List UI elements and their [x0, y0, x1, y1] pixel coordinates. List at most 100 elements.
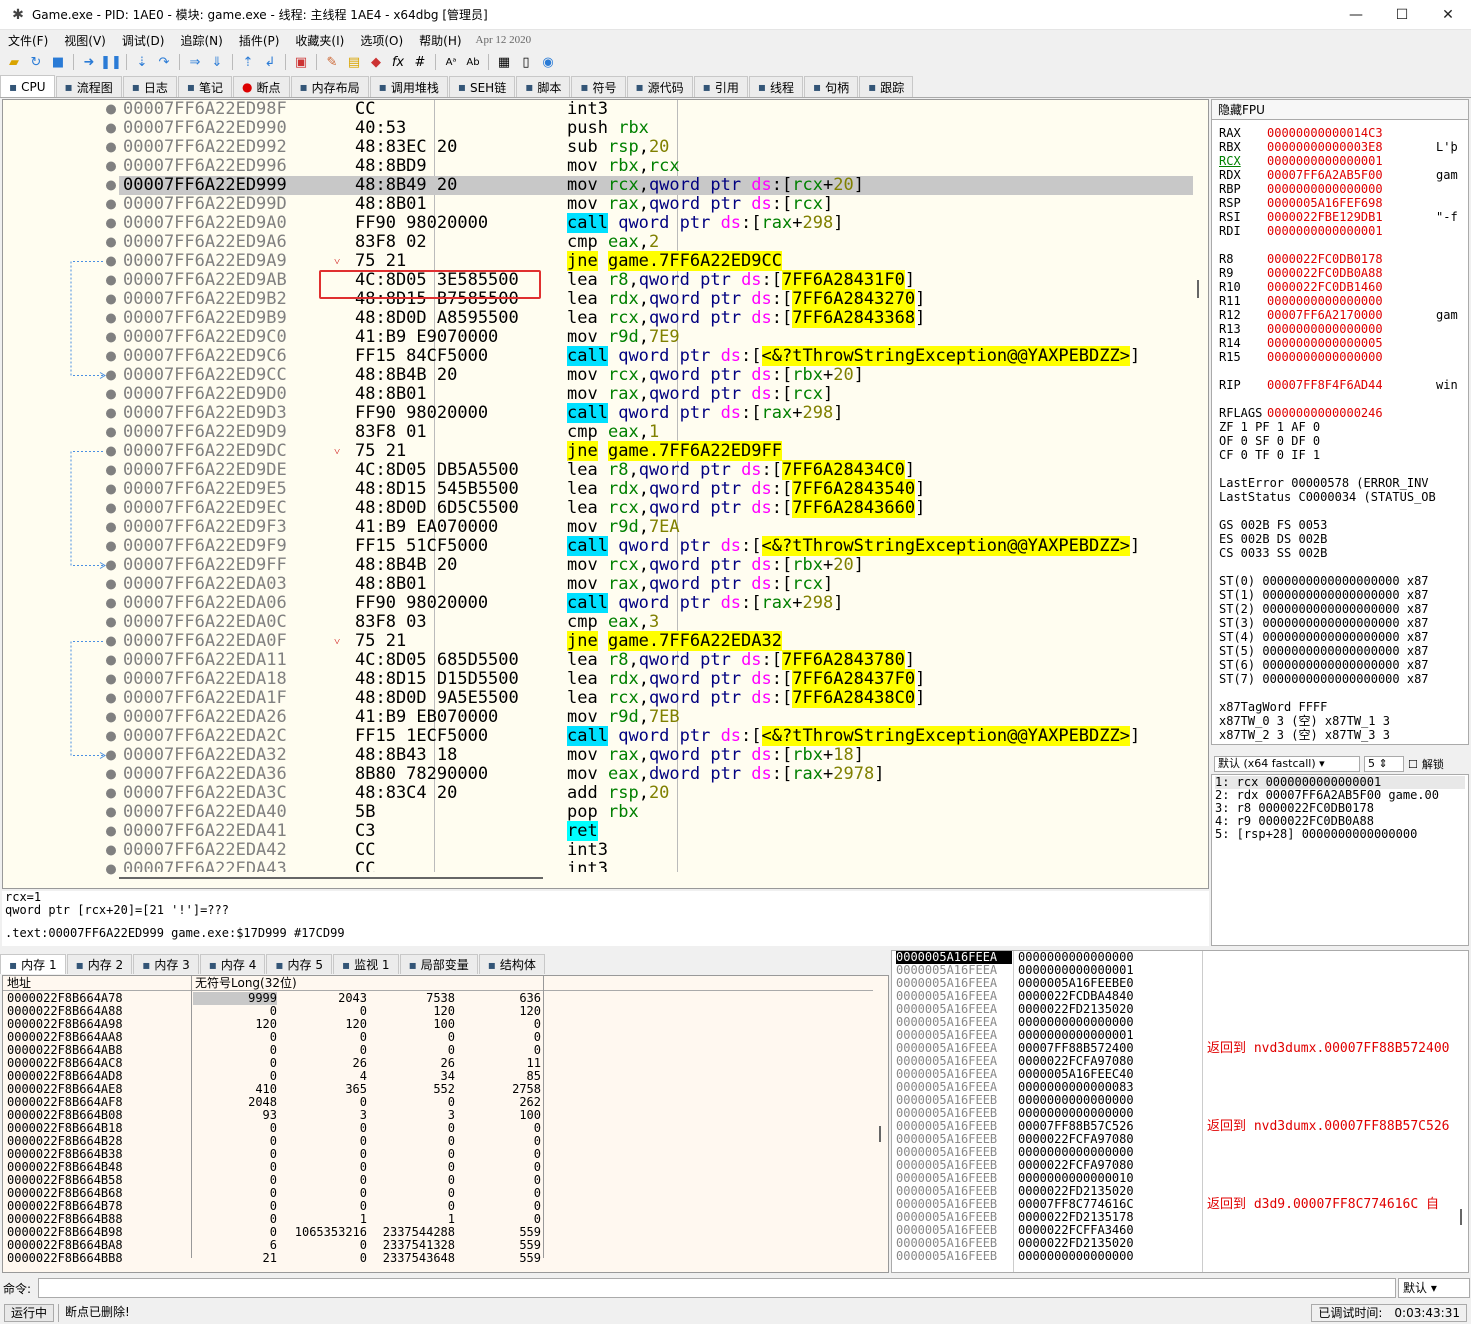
dump-value[interactable]: 0	[193, 1161, 277, 1174]
stack-row[interactable]: 0000005A16FEEB 0000022FCFA97080	[892, 1133, 1468, 1146]
breakpoint-dot[interactable]	[106, 484, 116, 495]
dump-value[interactable]: 0	[193, 1057, 277, 1070]
fpu-row[interactable]: ST(5) 0000000000000000000 x87	[1212, 644, 1468, 658]
tab-监视1[interactable]: ▪ 监视 1	[332, 954, 399, 974]
dump-address[interactable]: 0000022F8B664BB8	[7, 1252, 187, 1265]
breakpoint-dot[interactable]	[106, 332, 116, 343]
patch-icon[interactable]: ✎	[322, 52, 342, 72]
dump-value[interactable]: 0	[455, 1018, 541, 1031]
dump-value[interactable]: 0	[193, 1135, 277, 1148]
dump-value[interactable]: 365	[277, 1083, 367, 1096]
register-row[interactable]: R9 0000022FC0DB0A88	[1212, 266, 1468, 280]
stack-row[interactable]: 0000005A16FEEA 0000005A16FEEC40	[892, 1068, 1468, 1081]
disassembly-view[interactable]: 00007FF6A22ED98F CC int3 00007FF6A22ED990 40…	[119, 100, 1193, 872]
stack-view[interactable]: 0000005A16FEEA 0000000000000000 0000005A16…	[891, 950, 1469, 1273]
globe-icon[interactable]: ◉	[538, 52, 558, 72]
stack-row[interactable]: 0000005A16FEEA 0000022FCFA97080	[892, 1055, 1468, 1068]
stack-row[interactable]: 0000005A16FEEB 0000000000000000	[892, 1094, 1468, 1107]
calculator-icon[interactable]: ▦	[494, 52, 514, 72]
disasm-row[interactable]: 00007FF6A22ED992 48:83EC 20 sub rsp,20	[119, 138, 1193, 157]
breakpoint-dot[interactable]	[106, 769, 116, 780]
menu-item[interactable]: 视图(V)	[56, 32, 114, 49]
step-into-icon[interactable]: ⇣	[132, 52, 152, 72]
dump-value[interactable]: 0	[277, 1161, 367, 1174]
arg-count-spinner[interactable]: 5 ⇕	[1364, 756, 1404, 772]
close-button[interactable]: ✕	[1425, 0, 1471, 30]
dump-value[interactable]: 3	[367, 1109, 455, 1122]
register-row[interactable]: RSP 0000005A16FEF698	[1212, 196, 1468, 210]
unlock-checkbox[interactable]: ☐	[1408, 758, 1418, 771]
dump-value[interactable]: 0	[455, 1161, 541, 1174]
dump-value[interactable]: 120	[455, 1005, 541, 1018]
register-row[interactable]: R11 0000000000000000	[1212, 294, 1468, 308]
flags-row[interactable]: ZF 1 PF 1 AF 0	[1212, 420, 1468, 434]
menu-item[interactable]: 选项(O)	[352, 32, 411, 49]
dump-value[interactable]: 0	[277, 1239, 367, 1252]
tab-breakpoint[interactable]: ● 断点	[233, 76, 290, 97]
dump-value[interactable]: 3	[277, 1109, 367, 1122]
tab-内存4[interactable]: ▪ 内存 4	[199, 954, 266, 974]
breakpoint-dot[interactable]	[106, 503, 116, 514]
disasm-row[interactable]: 00007FF6A22EDA32 48:8B43 18 mov rax,qword …	[119, 746, 1193, 765]
dump-value[interactable]: 0	[277, 1096, 367, 1109]
breakpoint-dot[interactable]	[106, 161, 116, 172]
stack-row[interactable]: 0000005A16FEEA 0000022FD2135020	[892, 1003, 1468, 1016]
disasm-scrollbar[interactable]	[1194, 100, 1208, 872]
comment-icon[interactable]: ▤	[344, 52, 364, 72]
fpu-row[interactable]: ST(1) 0000000000000000000 x87	[1212, 588, 1468, 602]
disasm-row[interactable]: 00007FF6A22ED99D 48:8B01 mov rax,qword ptr…	[119, 195, 1193, 214]
segment-row[interactable]: GS 002B FS 0053	[1212, 518, 1468, 532]
disasm-row[interactable]: 00007FF6A22EDA1F 48:8D0D 9A5E5500 lea rcx,…	[119, 688, 1193, 708]
dump-value[interactable]: 26	[277, 1057, 367, 1070]
dump-col-address[interactable]: 地址	[7, 976, 31, 991]
dump-value[interactable]: 552	[367, 1083, 455, 1096]
pause-icon[interactable]: ❚❚	[100, 52, 122, 72]
menu-item[interactable]: 文件(F)	[0, 32, 56, 49]
register-row[interactable]: RIP 00007FF8F4F6AD44 win	[1212, 378, 1468, 392]
tab-内存1[interactable]: ▪ 内存 1	[0, 954, 66, 974]
flags-row[interactable]: CF 0 TF 0 IF 1	[1212, 448, 1468, 462]
disasm-row[interactable]: 00007FF6A22ED990 40:53 push rbx	[119, 119, 1193, 138]
register-row[interactable]: RAX 00000000000014C3	[1212, 126, 1468, 140]
tab-trace[interactable]: ▪ 跟踪	[859, 76, 914, 97]
breakpoint-dot[interactable]	[106, 655, 116, 666]
tab-seh[interactable]: ▪ SEH链	[448, 76, 516, 97]
maximize-button[interactable]: ☐	[1379, 0, 1425, 30]
tab-内存2[interactable]: ▪ 内存 2	[66, 954, 133, 974]
breakpoint-dot[interactable]	[106, 788, 116, 799]
tab-symbol[interactable]: ▪ 符号	[571, 76, 626, 97]
dump-value[interactable]: 0	[193, 1174, 277, 1187]
stack-row[interactable]: 0000005A16FEEB 0000022FCFA97080	[892, 1159, 1468, 1172]
disasm-row[interactable]: 00007FF6A22ED9DE 4C:8D05 DB5A5500 lea r8,q…	[119, 460, 1193, 480]
menu-item[interactable]: 追踪(N)	[172, 32, 230, 49]
breakpoint-dot[interactable]	[106, 636, 116, 647]
dump-value[interactable]: 0	[455, 1187, 541, 1200]
dump-value[interactable]: 0	[367, 1135, 455, 1148]
breakpoint-dot[interactable]	[106, 313, 116, 324]
register-row[interactable]: RSI 0000022FBE129DB1 "-f	[1212, 210, 1468, 224]
disasm-row[interactable]: 00007FF6A22ED999 48:8B49 20 mov rcx,qword …	[119, 176, 1193, 195]
dump-value[interactable]: 93	[193, 1109, 277, 1122]
fpu-row[interactable]: ST(0) 0000000000000000000 x87	[1212, 574, 1468, 588]
run-icon[interactable]: ➜	[79, 52, 99, 72]
tab-handle[interactable]: ▪ 句柄	[803, 76, 859, 97]
stack-row[interactable]: 0000005A16FEEB 00007FF8C774616C 返回到 d3d9.0…	[892, 1198, 1468, 1212]
breakpoint-dot[interactable]	[106, 465, 116, 476]
trace-over-icon[interactable]: ⇓	[207, 52, 227, 72]
dump-value[interactable]: 0	[367, 1187, 455, 1200]
dump-value[interactable]: 100	[367, 1018, 455, 1031]
disasm-row[interactable]: 00007FF6A22EDA11 4C:8D05 685D5500 lea r8,q…	[119, 650, 1193, 670]
stack-row[interactable]: 0000005A16FEEB 0000000000000000	[892, 1250, 1468, 1263]
breakpoint-dot[interactable]	[106, 389, 116, 400]
minimize-button[interactable]: —	[1333, 0, 1379, 30]
fpu-row[interactable]: ST(7) 0000000000000000000 x87	[1212, 672, 1468, 686]
dump-value[interactable]: 0	[455, 1031, 541, 1044]
stack-row[interactable]: 0000005A16FEEA 0000000000000083	[892, 1081, 1468, 1094]
dump-value[interactable]: 0	[277, 1031, 367, 1044]
fpu-row[interactable]: ST(4) 0000000000000000000 x87	[1212, 630, 1468, 644]
disasm-row[interactable]: 00007FF6A22ED9A0 FF90 98020000 call qword …	[119, 213, 1193, 233]
breakpoint-dot[interactable]	[106, 541, 116, 552]
disasm-row[interactable]: 00007FF6A22ED9EC 48:8D0D 6D5C5500 lea rcx,…	[119, 498, 1193, 518]
disasm-row[interactable]: 00007FF6A22EDA41 C3 ret	[119, 821, 1193, 841]
disasm-row[interactable]: 00007FF6A22ED9D3 FF90 98020000 call qword …	[119, 403, 1193, 423]
